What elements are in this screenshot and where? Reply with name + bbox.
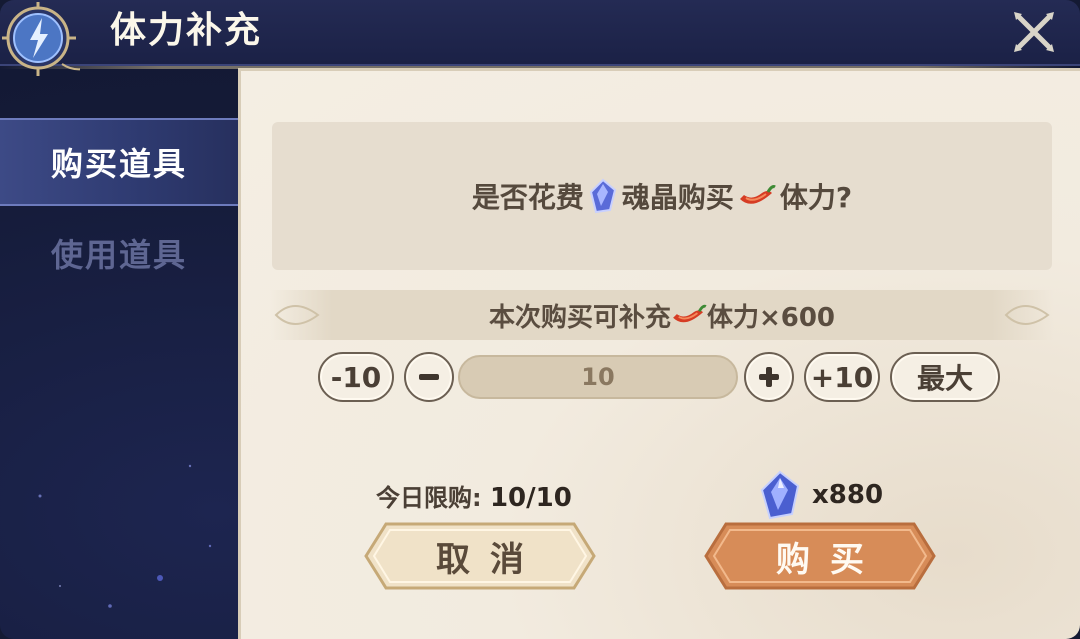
purchase-question: 是否花费 魂晶购买 体力? bbox=[272, 122, 1052, 270]
replenish-banner: 本次购买可补充 体力×600 bbox=[270, 290, 1054, 340]
tab-label: 购买道具 bbox=[50, 145, 187, 183]
minus-icon bbox=[419, 374, 439, 380]
tab-buy-items[interactable]: 购买道具 bbox=[0, 118, 238, 206]
tab-use-items[interactable]: 使用道具 bbox=[0, 209, 238, 297]
question-text-1: 是否花费 bbox=[471, 181, 584, 214]
replenish-suffix: 体力×600 bbox=[706, 302, 836, 333]
stamina-pepper-icon bbox=[739, 185, 776, 204]
ornament-left-icon bbox=[274, 305, 320, 325]
question-text-3: 体力? bbox=[779, 181, 853, 214]
cancel-label: 取消 bbox=[436, 539, 544, 580]
daily-limit-label: 今日限购: bbox=[376, 484, 482, 512]
quantity-input[interactable]: 10 bbox=[458, 355, 738, 399]
plus-10-label: +10 bbox=[810, 360, 874, 394]
question-text-2: 魂晶购买 bbox=[621, 181, 734, 214]
sidebar: 购买道具 使用道具 bbox=[0, 66, 238, 639]
buy-label: 购买 bbox=[776, 539, 884, 580]
daily-limit-value: 10/10 bbox=[489, 483, 572, 513]
soul-crystal-icon bbox=[589, 178, 616, 214]
dialog-header: 体力补充 bbox=[0, 0, 1080, 76]
daily-limit: 今日限购: 10/10 bbox=[376, 478, 572, 513]
minus-10-button[interactable]: -10 bbox=[318, 352, 394, 402]
decrement-button[interactable] bbox=[404, 352, 454, 402]
minus-10-label: -10 bbox=[330, 360, 382, 394]
soul-crystal-icon bbox=[760, 470, 800, 520]
quantity-value: 10 bbox=[581, 363, 615, 391]
max-label: 最大 bbox=[916, 362, 973, 395]
replenish-prefix: 本次购买可补充 bbox=[488, 302, 671, 333]
dialog-window: 体力补充 购买道具 使用道具 是否花费 魂晶购买 体力? 本次购买可补充 体力×… bbox=[0, 0, 1080, 639]
plus-10-button[interactable]: +10 bbox=[804, 352, 880, 402]
max-button[interactable]: 最大 bbox=[890, 352, 1000, 402]
cost-amount: x880 bbox=[812, 480, 884, 510]
stamina-pepper-icon bbox=[673, 304, 707, 323]
cancel-button[interactable]: 取消 bbox=[362, 520, 598, 592]
ornament-right-icon bbox=[1004, 305, 1050, 325]
buy-button[interactable]: 购买 bbox=[702, 520, 938, 592]
tab-label: 使用道具 bbox=[50, 236, 187, 274]
purchase-cost: x880 bbox=[758, 470, 883, 520]
plus-icon bbox=[759, 367, 779, 387]
page-title: 体力补充 bbox=[110, 10, 263, 51]
increment-button[interactable] bbox=[744, 352, 794, 402]
close-x-icon[interactable] bbox=[1010, 8, 1058, 56]
starfield-decoration bbox=[38, 464, 212, 608]
